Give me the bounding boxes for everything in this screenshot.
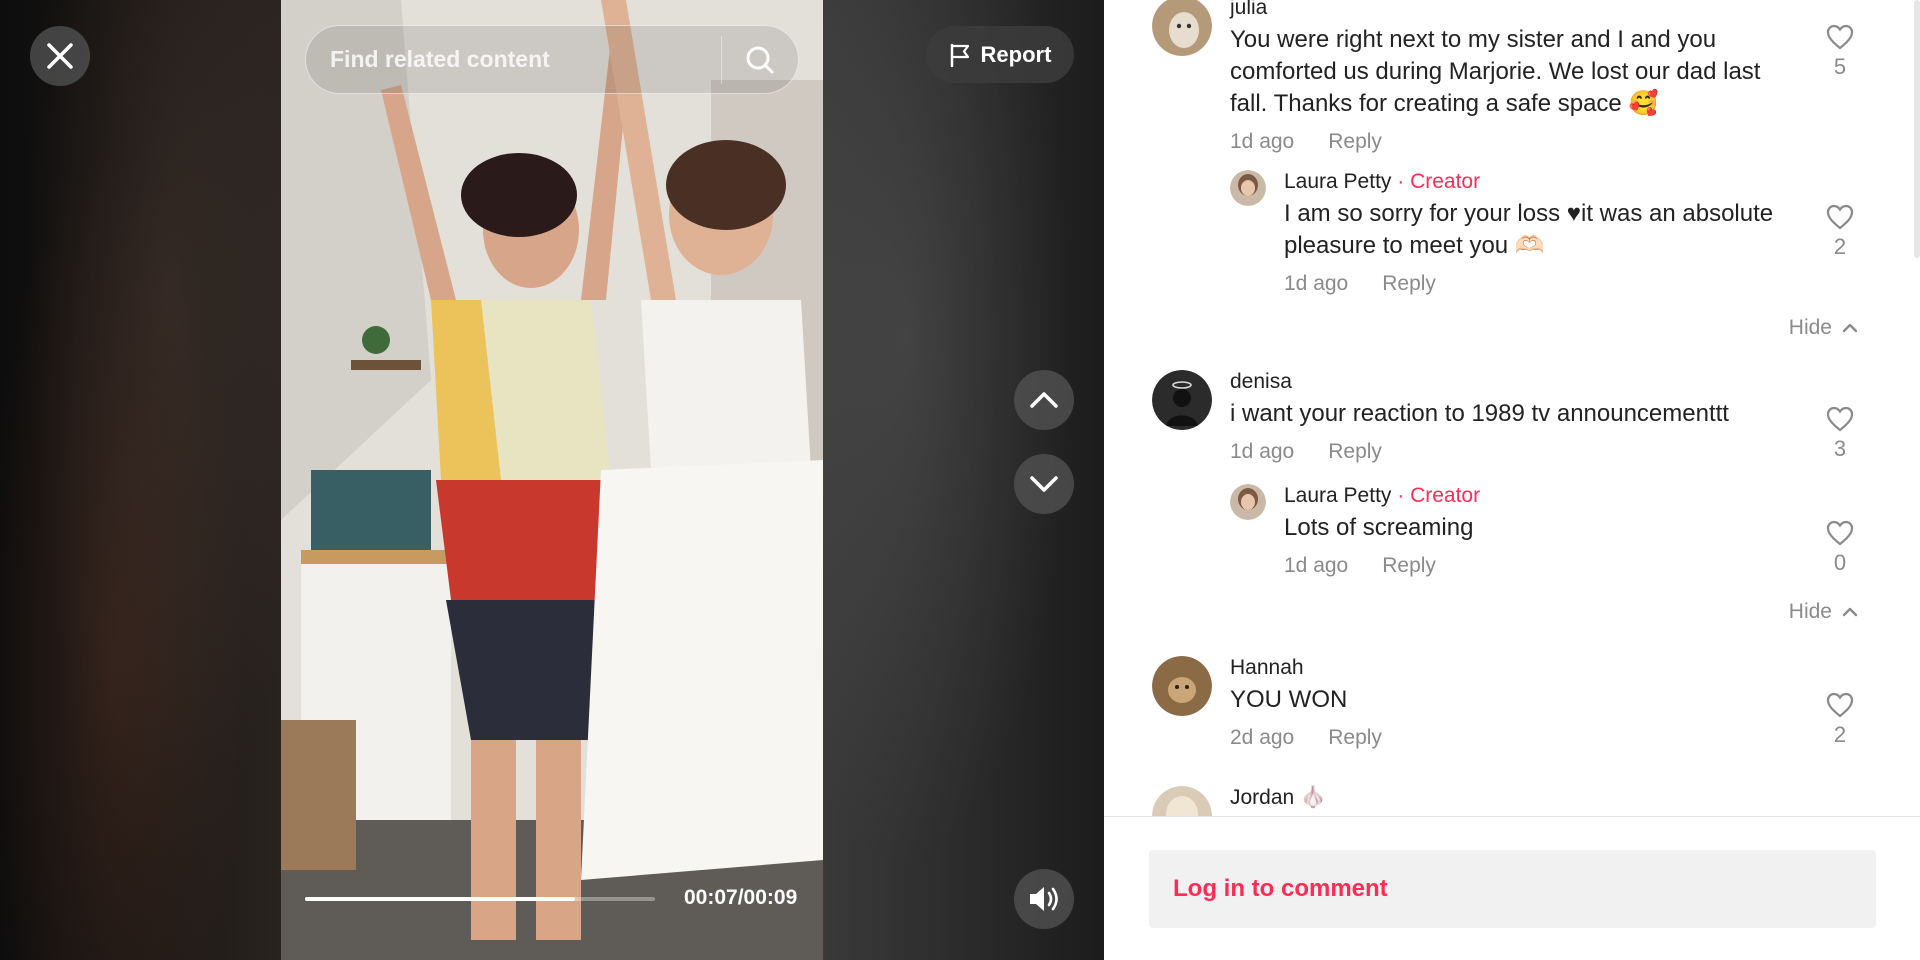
- report-button[interactable]: Report: [926, 26, 1074, 83]
- volume-button[interactable]: [1014, 869, 1074, 929]
- chevron-down-icon: [1030, 476, 1058, 492]
- heart-icon: [1826, 406, 1854, 432]
- comment-meta: 1d ago Reply: [1284, 272, 1804, 296]
- video-frame[interactable]: [281, 0, 823, 960]
- video-scene: [281, 0, 823, 960]
- comment-meta: 1d ago Reply: [1230, 440, 1790, 464]
- search-input[interactable]: [306, 26, 721, 93]
- comment-time: 2d ago: [1230, 726, 1295, 749]
- comment-text: I am so sorry for your loss ♥it was an a…: [1284, 200, 1774, 259]
- like-count: 5: [1833, 54, 1847, 79]
- like-count: 0: [1833, 550, 1847, 575]
- avatar-image: [1152, 656, 1212, 716]
- reply-button[interactable]: Reply: [1382, 272, 1436, 296]
- avatar[interactable]: [1152, 370, 1212, 430]
- login-label: Log in to comment: [1173, 875, 1388, 902]
- heart-icon: [1826, 692, 1854, 718]
- comment-time: 1d ago: [1230, 440, 1295, 463]
- hide-replies-button[interactable]: Hide: [1789, 316, 1858, 340]
- scrollbar[interactable]: [1914, 0, 1920, 258]
- blurred-background-left: [0, 0, 282, 960]
- reply-button[interactable]: Reply: [1382, 554, 1436, 578]
- comment-time: 1d ago: [1230, 130, 1295, 153]
- search-box[interactable]: [305, 25, 799, 94]
- progress-fill: [305, 897, 575, 901]
- comment-meta: 2d ago Reply: [1230, 726, 1790, 750]
- avatar-image: [1152, 370, 1212, 430]
- reply-button[interactable]: Reply: [1328, 130, 1382, 154]
- comment-username[interactable]: julia: [1230, 0, 1790, 20]
- hide-label: Hide: [1788, 600, 1832, 623]
- next-video-button[interactable]: [1014, 454, 1074, 514]
- avatar[interactable]: [1152, 656, 1212, 716]
- like-button[interactable]: 0: [1818, 520, 1862, 576]
- avatar[interactable]: [1152, 786, 1212, 816]
- like-button[interactable]: 5: [1818, 24, 1862, 80]
- comment-meta: 1d ago Reply: [1230, 130, 1790, 154]
- comment-username[interactable]: Laura Petty · Creator: [1284, 170, 1804, 194]
- volume-icon: [1030, 887, 1058, 911]
- comment-username[interactable]: denisa: [1230, 370, 1790, 394]
- video-player[interactable]: Report 00:07/00:09: [0, 0, 1104, 960]
- comment-text: You were right next to my sister and I a…: [1230, 26, 1761, 117]
- comment-body: Hannah YOU WON 2d ago Reply: [1230, 656, 1790, 750]
- hide-replies-button[interactable]: Hide: [1789, 600, 1858, 624]
- comments-panel: julia You were right next to my sister a…: [1104, 0, 1920, 960]
- creator-name[interactable]: Laura Petty: [1284, 484, 1391, 507]
- reply-button[interactable]: Reply: [1328, 440, 1382, 464]
- comment-username[interactable]: Hannah: [1230, 656, 1790, 680]
- comment-username[interactable]: Jordan 🧄: [1230, 786, 1790, 810]
- comment-body: denisa i want your reaction to 1989 tv a…: [1230, 370, 1790, 464]
- search-icon: [746, 46, 774, 73]
- close-icon: [47, 43, 73, 69]
- like-count: 2: [1833, 722, 1847, 747]
- comment-time: 1d ago: [1284, 272, 1349, 295]
- like-button[interactable]: 3: [1818, 406, 1862, 462]
- comment-text: Lots of screaming: [1284, 514, 1474, 541]
- comment-username[interactable]: Laura Petty · Creator: [1284, 484, 1804, 508]
- previous-video-button[interactable]: [1014, 370, 1074, 430]
- time-display: 00:07/00:09: [684, 886, 798, 909]
- comment-text: YOU WON: [1230, 686, 1348, 713]
- search-button[interactable]: [722, 26, 798, 93]
- avatar-image: [1152, 0, 1212, 56]
- chevron-up-icon: [1842, 323, 1858, 333]
- flag-icon: [950, 43, 969, 67]
- like-count: 3: [1833, 436, 1847, 461]
- avatar[interactable]: [1152, 0, 1212, 56]
- like-count: 2: [1833, 234, 1847, 259]
- divider: [1104, 816, 1920, 817]
- avatar-image: [1152, 786, 1212, 816]
- avatar-image: [1230, 170, 1266, 206]
- avatar[interactable]: [1230, 170, 1266, 206]
- creator-badge: · Creator: [1397, 170, 1481, 193]
- like-button[interactable]: 2: [1818, 204, 1862, 260]
- comment-body: julia You were right next to my sister a…: [1230, 0, 1790, 154]
- progress-bar[interactable]: [305, 897, 655, 901]
- heart-icon: [1826, 204, 1854, 230]
- report-label: Report: [980, 41, 1052, 67]
- like-button[interactable]: 2: [1818, 692, 1862, 748]
- close-button[interactable]: [30, 26, 90, 86]
- heart-icon: [1826, 520, 1854, 546]
- comment-body: Laura Petty · Creator Lots of screaming …: [1284, 484, 1804, 578]
- chevron-up-icon: [1030, 392, 1058, 408]
- login-to-comment-button[interactable]: Log in to comment: [1149, 850, 1876, 928]
- creator-name[interactable]: Laura Petty: [1284, 170, 1391, 193]
- reply-button[interactable]: Reply: [1328, 726, 1382, 750]
- comment-body: Jordan 🧄: [1230, 786, 1790, 810]
- heart-icon: [1826, 24, 1854, 50]
- comment-meta: 1d ago Reply: [1284, 554, 1804, 578]
- avatar[interactable]: [1230, 484, 1266, 520]
- hide-label: Hide: [1788, 316, 1832, 339]
- chevron-up-icon: [1842, 607, 1858, 617]
- creator-badge: · Creator: [1397, 484, 1481, 507]
- comment-text: i want your reaction to 1989 tv announce…: [1230, 400, 1729, 427]
- comment-body: Laura Petty · Creator I am so sorry for …: [1284, 170, 1804, 296]
- avatar-image: [1230, 484, 1266, 520]
- comment-list[interactable]: julia You were right next to my sister a…: [1104, 0, 1920, 816]
- comment-time: 1d ago: [1284, 554, 1349, 577]
